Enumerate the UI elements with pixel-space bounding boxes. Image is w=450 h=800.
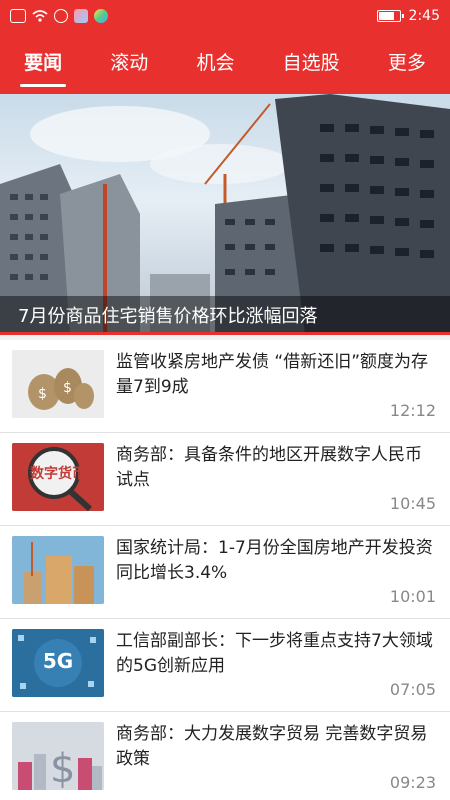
svg-text:$: $	[38, 386, 47, 402]
news-list: $ $ 监管收紧房地产发债 “借新还旧”额度为存量7到9成 12:12 数字货币 商务部：…	[0, 340, 450, 800]
wifi-icon	[32, 9, 48, 23]
news-title: 工信部副部长：下一步将重点支持7大领域的5G创新应用	[116, 631, 433, 676]
hero-banner[interactable]: 7月份商品住宅销售价格环比涨幅回落	[0, 94, 450, 334]
news-time: 09:23	[389, 773, 436, 792]
news-title: 商务部：具备条件的地区开展数字人民币试点	[116, 445, 422, 490]
dollar-city-icon: $	[12, 722, 104, 790]
tab-3[interactable]: 自选股	[275, 38, 348, 89]
thumb-label: 5G	[42, 649, 74, 673]
svg-text:$: $	[50, 746, 75, 790]
news-time: 12:12	[389, 401, 436, 420]
status-bar: 2:45	[0, 0, 450, 32]
news-item[interactable]: $ $ 监管收紧房地产发债 “借新还旧”额度为存量7到9成 12:12	[0, 340, 450, 433]
app-notification-icon	[74, 9, 88, 23]
news-time: 10:45	[389, 494, 436, 513]
news-title: 国家统计局：1-7月份全国房地产开发投资同比增长3.4%	[116, 538, 433, 583]
tab-bar: 要闻 滚动 机会 自选股 更多	[0, 32, 450, 94]
browser-notification-icon	[94, 9, 108, 23]
sim-icon	[10, 9, 26, 23]
tab-1[interactable]: 滚动	[102, 38, 156, 89]
status-icons	[10, 9, 108, 23]
news-time: 10:01	[389, 587, 436, 606]
thumb-label: 数字货币	[30, 466, 86, 482]
money-bags-icon: $ $	[12, 350, 104, 418]
clock: 2:45	[408, 8, 440, 24]
svg-text:$: $	[63, 380, 72, 396]
news-item[interactable]: 5G 工信部副部长：下一步将重点支持7大领域的5G创新应用 07:05	[0, 619, 450, 712]
news-item[interactable]: 数字货币 商务部：具备条件的地区开展数字人民币试点 10:45	[0, 433, 450, 526]
news-time: 07:05	[389, 680, 436, 699]
hero-divider	[0, 332, 450, 335]
notification-icon	[54, 9, 68, 23]
news-item[interactable]: 国家统计局：1-7月份全国房地产开发投资同比增长3.4% 10:01	[0, 526, 450, 619]
tab-4[interactable]: 更多	[380, 38, 434, 89]
buildings-icon	[12, 536, 104, 604]
battery-icon	[376, 10, 404, 22]
news-title: 商务部：大力发展数字贸易 完善数字贸易政策	[116, 724, 428, 769]
hero-caption: 7月份商品住宅销售价格环比涨幅回落	[0, 296, 450, 334]
tab-2[interactable]: 机会	[188, 38, 242, 89]
news-title: 监管收紧房地产发债 “借新还旧”额度为存量7到9成	[116, 352, 429, 397]
digital-currency-icon: 数字货币	[12, 443, 104, 511]
news-item[interactable]: $ 商务部：大力发展数字贸易 完善数字贸易政策 09:23	[0, 712, 450, 800]
5g-network-icon: 5G	[12, 629, 104, 697]
tab-0[interactable]: 要闻	[16, 38, 70, 89]
